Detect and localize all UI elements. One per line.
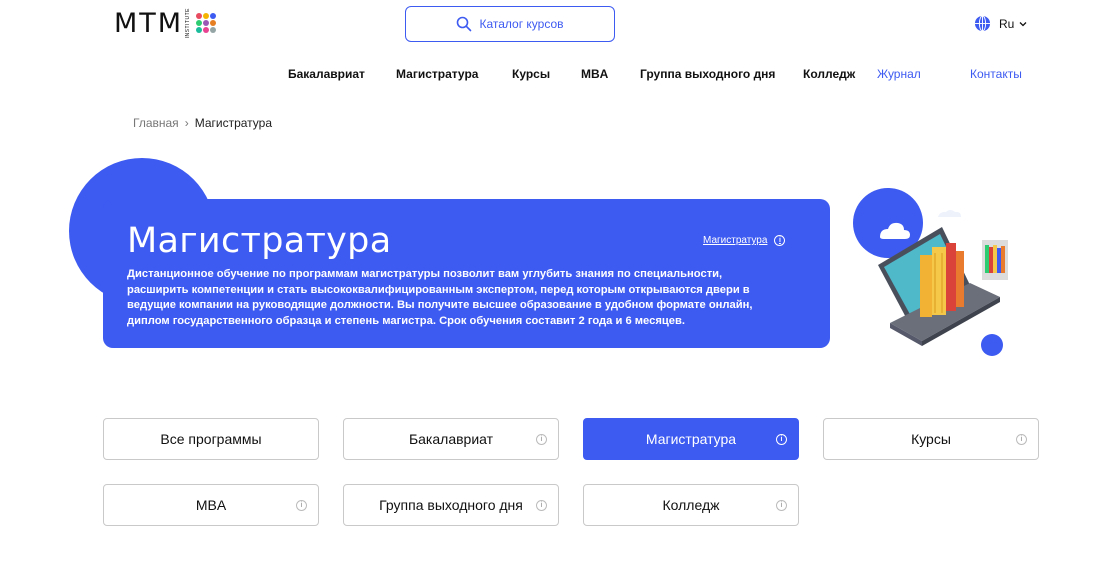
- logo-dot: [210, 13, 217, 19]
- language-selector[interactable]: Ru: [974, 15, 1028, 32]
- filter-label: Магистратура: [645, 431, 737, 447]
- hero-master-link[interactable]: Магистратура i: [703, 235, 786, 246]
- catalog-search-button[interactable]: Каталог курсов: [405, 6, 615, 42]
- nav-item-college[interactable]: Колледж: [803, 67, 855, 81]
- hero-banner: Магистратура Магистратура i Дистанционно…: [103, 199, 830, 348]
- catalog-label: Каталог курсов: [479, 17, 564, 31]
- nav-item-master[interactable]: Магистратура: [396, 67, 478, 81]
- filter-courses[interactable]: Курсы i: [823, 418, 1039, 460]
- logo-dot: [210, 27, 217, 33]
- info-icon[interactable]: i: [774, 235, 786, 246]
- logo-subtitle: INSTITUTE: [185, 7, 192, 39]
- logo-dot: [196, 27, 203, 33]
- filter-label: Все программы: [160, 431, 262, 447]
- filter-label: Курсы: [911, 431, 951, 447]
- filter-label: Бакалавриат: [408, 431, 494, 447]
- breadcrumb-current: Магистратура: [194, 116, 272, 130]
- logo-dots: [196, 13, 217, 33]
- nav-item-contacts[interactable]: Контакты: [970, 67, 1022, 81]
- logo-dot: [196, 13, 203, 19]
- breadcrumb-separator: ›: [184, 116, 189, 130]
- breadcrumb: Главная › Магистратура: [133, 116, 272, 130]
- breadcrumb-home[interactable]: Главная: [133, 116, 179, 130]
- logo-dot: [203, 20, 210, 26]
- filter-label: Группа выходного дня: [379, 497, 523, 513]
- info-icon[interactable]: i: [776, 500, 787, 511]
- nav-item-mba[interactable]: MBA: [581, 67, 608, 81]
- hero-description: Дистанционное обучение по программам маг…: [127, 268, 753, 327]
- language-label: Ru: [999, 16, 1015, 31]
- filter-label: MBA: [195, 497, 227, 513]
- globe-icon: [974, 15, 991, 32]
- nav-item-weekend-group[interactable]: Группа выходного дня: [640, 67, 775, 81]
- logo-dot: [196, 20, 203, 26]
- nav-item-courses[interactable]: Курсы: [512, 67, 550, 81]
- logo-text: MTM: [114, 7, 184, 39]
- filter-weekend-group[interactable]: Группа выходного дня i: [343, 484, 559, 526]
- info-icon[interactable]: i: [1016, 434, 1027, 445]
- filter-label: Колледж: [662, 497, 720, 513]
- nav-item-bachelor[interactable]: Бакалавриат: [288, 67, 365, 81]
- page-title: Магистратура: [127, 221, 392, 261]
- filter-mba[interactable]: MBA i: [103, 484, 319, 526]
- filter-master[interactable]: Магистратура i: [583, 418, 799, 460]
- main-nav: Бакалавриат Магистратура Курсы MBA Групп…: [0, 67, 1100, 83]
- laptop-books-illustration: [853, 188, 1008, 356]
- search-icon: [457, 16, 472, 32]
- filter-all-programs[interactable]: Все программы: [103, 418, 319, 460]
- filter-college[interactable]: Колледж i: [583, 484, 799, 526]
- info-icon[interactable]: i: [776, 434, 787, 445]
- logo[interactable]: MTM INSTITUTE: [114, 7, 217, 39]
- chevron-down-icon: [1019, 21, 1027, 26]
- info-icon[interactable]: i: [296, 500, 307, 511]
- filter-bachelor[interactable]: Бакалавриат i: [343, 418, 559, 460]
- nav-item-journal[interactable]: Журнал: [877, 67, 921, 81]
- info-icon[interactable]: i: [536, 434, 547, 445]
- info-icon[interactable]: i: [536, 500, 547, 511]
- logo-dot: [203, 13, 210, 19]
- hero-link-label: Магистратура: [703, 235, 768, 246]
- logo-dot: [210, 20, 217, 26]
- logo-dot: [203, 27, 210, 33]
